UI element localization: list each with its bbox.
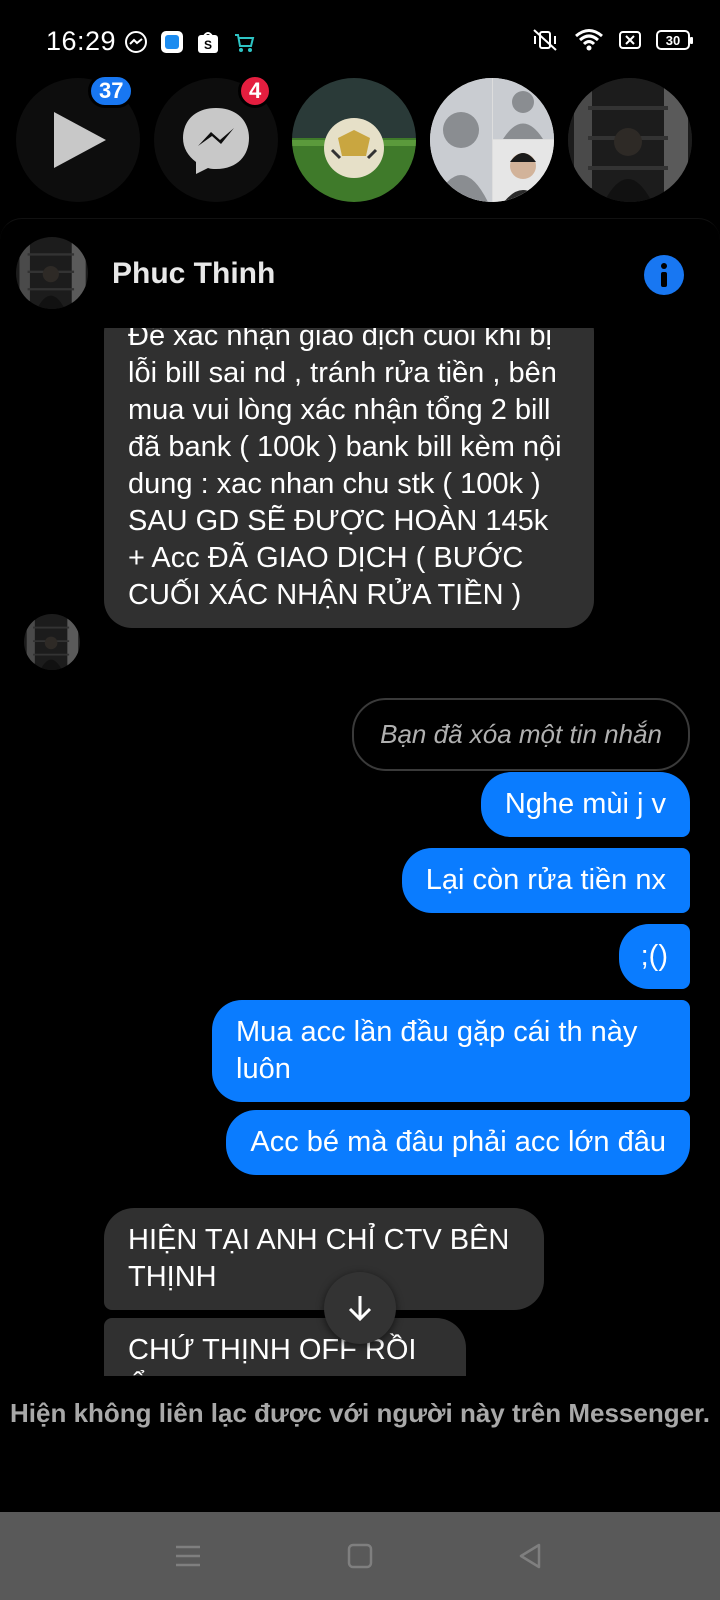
status-time: 16:29 — [46, 26, 117, 56]
unavailable-notice: Hiện không liên lạc được với người này t… — [10, 1398, 710, 1428]
contact-name[interactable]: Phuc Thinh — [112, 257, 275, 291]
chat-head-soccer[interactable] — [292, 78, 416, 202]
contact-avatar[interactable] — [16, 237, 88, 309]
conversation-header: Phuc Thinh — [0, 219, 720, 331]
vibrate-off-icon — [533, 29, 557, 51]
message-text: Acc bé mà đâu phải acc lớn đâu — [250, 1126, 666, 1158]
menu-icon — [176, 1545, 200, 1567]
messenger-unread-badge: 4 — [238, 74, 273, 108]
messenger-notification-icon — [125, 31, 147, 53]
profile-avatar — [568, 78, 692, 202]
svg-text:S: S — [204, 38, 212, 52]
message-text: Mua acc lần đầu gặp cái th này luôn — [236, 1016, 638, 1085]
message-incoming[interactable]: Để xác nhận giao dịch cuối khi bị lỗi bi… — [104, 328, 594, 628]
sender-avatar-image — [24, 614, 80, 670]
message-outgoing[interactable]: Lại còn rửa tiền nx — [401, 848, 690, 913]
message-outgoing[interactable]: Mua acc lần đầu gặp cái th này luôn — [212, 1000, 690, 1102]
menu-nav-button[interactable] — [166, 1534, 210, 1578]
message-text: ;() — [640, 940, 668, 972]
notification-icons: S — [124, 30, 256, 54]
chat-heads-row: 37 4 — [0, 74, 720, 204]
wifi-icon — [575, 29, 603, 51]
battery-icon: 30 — [656, 30, 693, 50]
shopee-notification-icon: S — [198, 32, 218, 53]
scroll-to-bottom-button[interactable] — [324, 1272, 396, 1344]
message-outgoing[interactable]: Acc bé mà đâu phải acc lớn đâu — [226, 1110, 690, 1175]
home-nav-button[interactable] — [338, 1534, 382, 1578]
sim-icon — [619, 31, 641, 49]
group-avatar — [430, 78, 554, 202]
message-outgoing[interactable]: Nghe mùi j v — [480, 772, 690, 837]
arrow-down-icon — [348, 1296, 372, 1322]
message-incoming[interactable]: CHỨ THỊNH OFF RỒI Ể — [104, 1318, 466, 1376]
message-text: HIỆN TẠI ANH CHỈ CTV BÊN THỊNH — [128, 1224, 510, 1293]
sender-avatar[interactable] — [24, 614, 80, 670]
message-outgoing[interactable]: ;() — [618, 924, 690, 989]
info-icon — [661, 263, 667, 287]
video-unread-badge: 37 — [88, 74, 135, 108]
message-list[interactable]: Để xác nhận giao dịch cuối khi bị lỗi bi… — [0, 328, 720, 1376]
deleted-message[interactable]: Bạn đã xóa một tin nhắn — [352, 698, 690, 771]
app-notification-icon — [161, 31, 183, 53]
back-triangle-icon — [519, 1543, 541, 1569]
message-text: Nghe mùi j v — [504, 788, 666, 820]
contact-avatar-image — [16, 237, 88, 309]
message-text: Để xác nhận giao dịch cuối khi bị lỗi bi… — [128, 328, 562, 611]
status-right: 30 — [530, 28, 693, 52]
cart-notification-icon — [235, 34, 255, 52]
message-text: Lại còn rửa tiền nx — [425, 864, 666, 896]
message-incoming[interactable]: HIỆN TẠI ANH CHỈ CTV BÊN THỊNH — [104, 1208, 544, 1310]
info-button[interactable] — [644, 255, 684, 295]
back-nav-button[interactable] — [508, 1534, 552, 1578]
chat-head-phuc-thinh[interactable] — [568, 78, 692, 202]
chat-head-group[interactable] — [430, 78, 554, 202]
deleted-message-text: Bạn đã xóa một tin nhắn — [380, 719, 662, 749]
battery-level: 30 — [665, 32, 681, 48]
home-square-icon — [347, 1543, 373, 1569]
system-navigation-bar — [0, 1512, 720, 1600]
soccer-ball-avatar — [292, 78, 416, 202]
